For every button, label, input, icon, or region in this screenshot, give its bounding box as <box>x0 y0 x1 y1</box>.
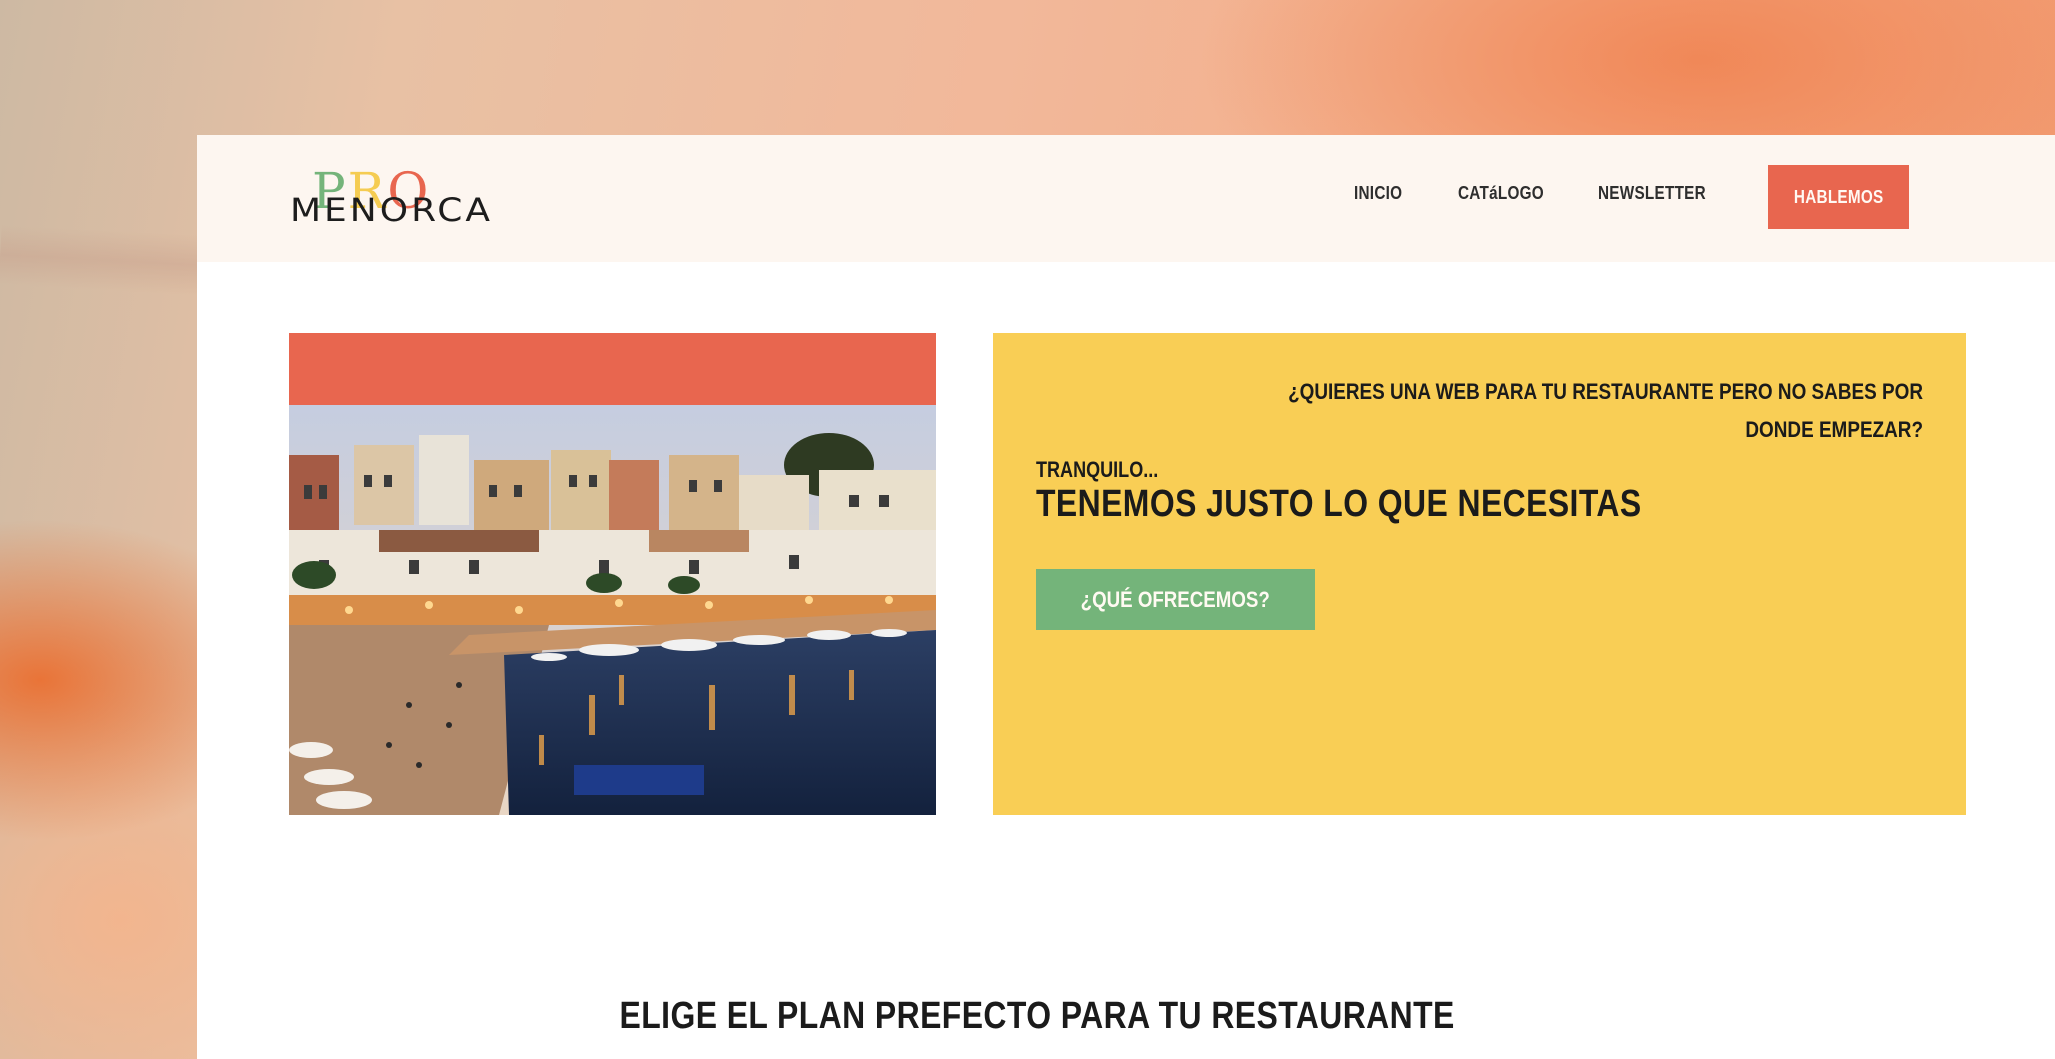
navbar: PRO MENORCA INICIO CATáLOGO NEWSLETTER H… <box>197 135 2055 262</box>
hablemos-label: HABLEMOS <box>1793 186 1884 207</box>
logo[interactable]: PRO MENORCA <box>290 163 490 233</box>
hero-intro: TRANQUILO... <box>1036 457 1159 482</box>
hero-question: ¿QUIERES UNA WEB PARA TU RESTAURANTE PER… <box>1288 379 1923 442</box>
nav-link-inicio[interactable]: INICIO <box>1354 183 1402 204</box>
que-ofrecemos-button[interactable]: ¿QUÉ OFRECEMOS? <box>1036 569 1315 630</box>
background-blur-band <box>0 224 202 296</box>
hero-panel: ¿QUIERES UNA WEB PARA TU RESTAURANTE PER… <box>993 333 1966 815</box>
hero-headline: TENEMOS JUSTO LO QUE NECESITAS <box>1036 483 1642 525</box>
photo-accent-bar <box>289 333 936 405</box>
harbor-photo <box>289 405 936 815</box>
website-page: PRO MENORCA INICIO CATáLOGO NEWSLETTER H… <box>197 135 2055 1059</box>
logo-menorca-text: MENORCA <box>290 192 494 229</box>
nav-link-catalogo[interactable]: CATáLOGO <box>1458 183 1544 204</box>
hero-image-block <box>289 333 936 815</box>
plans-section-title: ELIGE EL PLAN PREFECTO PARA TU RESTAURAN… <box>197 995 2055 1038</box>
nav-link-newsletter[interactable]: NEWSLETTER <box>1598 183 1706 204</box>
plans-title-text: ELIGE EL PLAN PREFECTO PARA TU RESTAURAN… <box>619 995 1455 1037</box>
hablemos-button[interactable]: HABLEMOS <box>1768 165 1909 229</box>
que-ofrecemos-label: ¿QUÉ OFRECEMOS? <box>1080 586 1271 612</box>
